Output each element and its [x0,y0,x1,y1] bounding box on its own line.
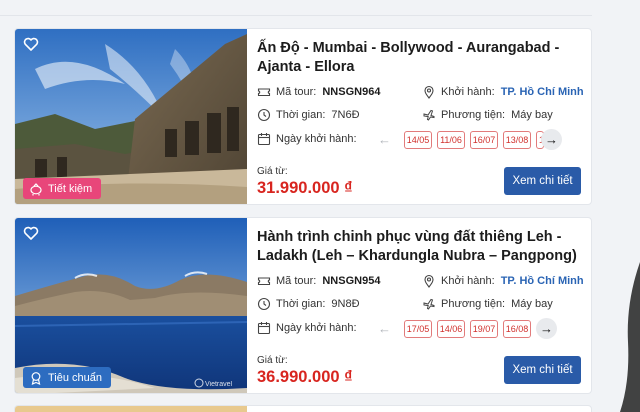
duration-row: Thời gian: 9N8Đ [257,297,360,311]
arrow-right-icon[interactable]: → [541,129,562,150]
tour-class-badge: Tiết kiệm [23,178,102,199]
transport-label: Phương tiện: [441,298,506,310]
tour-class-badge: Tiêu chuẩn [23,367,112,388]
transport-row: Phương tiện: Máy bay [422,108,553,122]
watermark-text: Vietravel [205,381,233,388]
date-carousel: ← 17/05 14/06 19/07 16/08 → [378,318,557,339]
clock-icon [257,297,271,311]
scrollbar-thumb[interactable] [616,262,640,412]
transport-value: Máy bay [511,109,553,121]
tour-code-label: Mã tour: [276,275,317,287]
date-chip[interactable]: 13/08 [503,130,531,149]
ticket-icon [257,277,271,286]
tour-code: NNSGN954 [322,275,381,287]
tour-card: Tiết kiệm Ấn Độ - Mumbai - Bollywood - A… [14,28,592,205]
date-chip[interactable]: 11/06 [437,130,465,149]
duration-value: 7N6Đ [331,109,360,121]
calendar-icon [257,133,271,146]
tour-title[interactable]: Hành trình chinh phục vùng đất thiêng Le… [257,228,585,266]
departure-row: Khởi hành: TP. Hồ Chí Minh [422,85,584,99]
heart-icon[interactable] [23,36,39,52]
heart-icon[interactable] [23,225,39,241]
departure-row: Khởi hành: TP. Hồ Chí Minh [422,274,584,288]
ticket-icon [257,88,271,97]
duration-label: Thời gian: [276,109,326,121]
departure-dates-row: Ngày khởi hành: [257,132,363,146]
price-label: Giá từ: [257,355,288,366]
badge-label: Tiết kiệm [48,182,93,195]
price-label: Giá từ: [257,166,288,177]
departure-dates-label: Ngày khởi hành: [276,133,357,145]
tour-title[interactable]: Ấn Độ - Mumbai - Bollywood - Aurangabad … [257,39,585,77]
departure-dates-label: Ngày khởi hành: [276,322,357,334]
departure-label: Khởi hành: [441,86,495,98]
tour-code-row: Mã tour: NNSGN964 [257,85,380,99]
tour-code: NNSGN964 [322,86,381,98]
arrow-right-icon[interactable]: → [536,318,557,339]
tour-code-label: Mã tour: [276,86,317,98]
transport-value: Máy bay [511,298,553,310]
date-carousel: ← 14/05 11/06 16/07 13/08 1 → [378,129,562,150]
transport-row: Phương tiện: Máy bay [422,297,553,311]
view-details-button[interactable]: Xem chi tiết [504,356,581,384]
transport-label: Phương tiện: [441,109,506,121]
tour-code-row: Mã tour: NNSGN954 [257,274,380,288]
duration-value: 9N8Đ [331,298,360,310]
calendar-icon [257,322,271,335]
badge-label: Tiêu chuẩn [48,371,103,384]
date-chip[interactable]: 14/06 [437,319,465,338]
date-chip[interactable]: 19/07 [470,319,498,338]
location-pin-icon [424,85,434,99]
departure-city: TP. Hồ Chí Minh [500,86,584,98]
tour-image-partial[interactable] [15,406,247,412]
date-chip[interactable]: 16/08 [503,319,531,338]
location-pin-icon [424,274,434,288]
tour-image-ellora-caves[interactable]: Tiết kiệm [15,29,247,204]
tour-price: 36.990.000 ₫ [257,368,353,386]
standard-badge-icon [31,371,41,385]
date-chip[interactable]: 16/07 [470,130,498,149]
duration-row: Thời gian: 7N6Đ [257,108,360,122]
tour-card: Vietravel Tiêu chuẩn Hành trình chinh ph… [14,217,592,394]
list-top-divider [0,0,592,16]
airplane-icon [423,298,435,310]
view-details-button[interactable]: Xem chi tiết [504,167,581,195]
airplane-icon [423,109,435,121]
clock-icon [257,108,271,122]
tour-price: 31.990.000 ₫ [257,179,353,197]
departure-city: TP. Hồ Chí Minh [500,275,584,287]
tour-card-partial [14,405,592,412]
arrow-left-icon[interactable]: ← [378,132,391,147]
date-chip[interactable]: 17/05 [404,319,432,338]
departure-label: Khởi hành: [441,275,495,287]
piggy-bank-icon [30,182,42,195]
arrow-left-icon[interactable]: ← [378,321,391,336]
departure-dates-row: Ngày khởi hành: [257,321,363,335]
tour-image-pangong-lake[interactable]: Vietravel Tiêu chuẩn [15,218,247,393]
date-chip[interactable]: 14/05 [404,130,432,149]
duration-label: Thời gian: [276,298,326,310]
